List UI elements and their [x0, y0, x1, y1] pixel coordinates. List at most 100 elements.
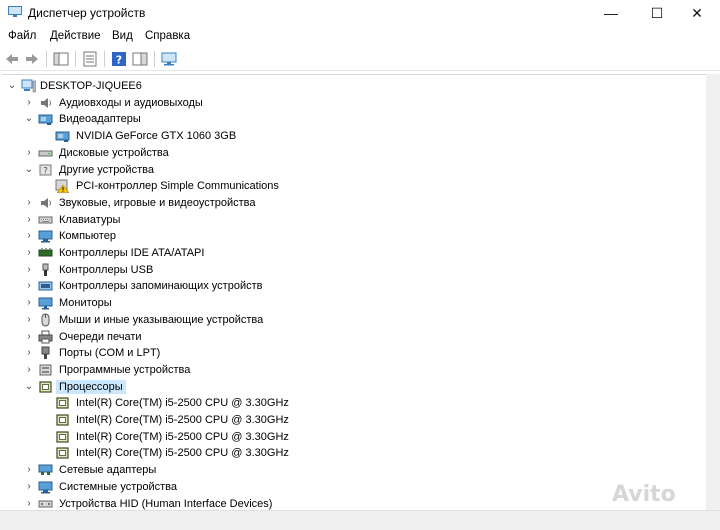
tree-item-label: Видеоадаптеры: [59, 113, 141, 126]
chevron-right-icon[interactable]: ›: [24, 314, 34, 326]
close-button[interactable]: ✕: [674, 0, 720, 26]
svg-text:?: ?: [43, 166, 48, 176]
display-adapter-icon: [55, 131, 70, 143]
chevron-right-icon[interactable]: ›: [24, 464, 34, 476]
chevron-right-icon[interactable]: ›: [24, 364, 34, 376]
menu-file[interactable]: Файл: [8, 30, 36, 42]
forward-icon[interactable]: [24, 51, 40, 67]
storage-controller-icon: [38, 281, 53, 291]
chevron-right-icon[interactable]: ›: [24, 230, 34, 242]
tree-item-label: Порты (COM и LPT): [59, 347, 161, 360]
tree-category[interactable]: ⌄ Процессоры: [2, 379, 702, 395]
show-hide-console-tree-icon[interactable]: [53, 51, 69, 67]
tree-device[interactable]: Intel(R) Core(TM) i5-2500 CPU @ 3.30GHz: [2, 412, 702, 428]
tree-category[interactable]: › Дисковые устройства: [2, 145, 702, 161]
chevron-right-icon[interactable]: ›: [24, 297, 34, 309]
tree-item-label: Звуковые, игровые и видеоустройства: [59, 196, 256, 209]
tree-category[interactable]: › Клавиатуры: [2, 212, 702, 228]
tree-item-label: Компьютер: [59, 230, 116, 243]
chevron-right-icon[interactable]: ›: [24, 97, 34, 109]
tree-item-label: Intel(R) Core(TM) i5-2500 CPU @ 3.30GHz: [76, 430, 289, 443]
tree-device[interactable]: PCI-контроллер Simple Communications: [2, 178, 702, 194]
port-icon: [41, 346, 50, 360]
speaker-icon: [41, 97, 51, 108]
tree-category[interactable]: ⌄? Другие устройства: [2, 162, 702, 178]
chevron-right-icon[interactable]: ›: [24, 197, 34, 209]
tree-category[interactable]: › Контроллеры IDE ATA/ATAPI: [2, 245, 702, 261]
processor-icon: [56, 447, 69, 459]
system-device-icon: [38, 481, 53, 494]
menu-action[interactable]: Действие: [50, 30, 101, 42]
tree-category[interactable]: › Очереди печати: [2, 329, 702, 345]
tree-category[interactable]: › Порты (COM и LPT): [2, 345, 702, 361]
network-adapter-icon: [38, 464, 53, 476]
tree-item-label: Мыши и иные указывающие устройства: [59, 313, 264, 326]
tree-device[interactable]: Intel(R) Core(TM) i5-2500 CPU @ 3.30GHz: [2, 395, 702, 411]
processor-icon: [56, 431, 69, 443]
tree-item-label: Контроллеры USB: [59, 263, 154, 276]
back-icon[interactable]: [4, 51, 20, 67]
tree-category[interactable]: › Устройства HID (Human Interface Devices…: [2, 496, 702, 512]
chevron-right-icon[interactable]: ›: [24, 347, 34, 359]
action-pane-icon[interactable]: [132, 51, 148, 67]
tree-item-label: PCI-контроллер Simple Communications: [76, 180, 279, 193]
tree-item-label: Аудиовходы и аудиовыходы: [59, 96, 203, 109]
chevron-right-icon[interactable]: ›: [24, 247, 34, 259]
minimize-button[interactable]: —: [588, 0, 634, 26]
tree-item-label: NVIDIA GeForce GTX 1060 3GB: [76, 130, 237, 143]
chevron-down-icon[interactable]: ⌄: [7, 80, 17, 92]
warning-device-icon: [55, 179, 70, 193]
toolbar: ?: [0, 48, 720, 71]
tree-root[interactable]: ⌄ DESKTOP-JIQUEE6: [2, 78, 702, 94]
scan-hardware-icon[interactable]: [161, 51, 177, 67]
software-device-icon: [39, 364, 52, 376]
device-tree[interactable]: ⌄ DESKTOP-JIQUEE6 › Аудиовходы и аудиовых…: [2, 74, 706, 511]
chevron-right-icon[interactable]: ›: [24, 280, 34, 292]
tree-item-label: Очереди печати: [59, 330, 142, 343]
chevron-right-icon[interactable]: ›: [24, 147, 34, 159]
tree-category[interactable]: › Контроллеры USB: [2, 262, 702, 278]
chevron-right-icon[interactable]: ›: [24, 264, 34, 276]
tree-item-label: Мониторы: [59, 297, 112, 310]
chevron-down-icon[interactable]: ⌄: [24, 113, 34, 125]
menu-help[interactable]: Справка: [145, 30, 190, 42]
tree-category[interactable]: ⌄ Видеоадаптеры: [2, 111, 702, 127]
tree-item-label: Устройства HID (Human Interface Devices): [59, 497, 273, 510]
tree-device[interactable]: Intel(R) Core(TM) i5-2500 CPU @ 3.30GHz: [2, 445, 702, 461]
processor-icon: [56, 414, 69, 426]
tree-device[interactable]: Intel(R) Core(TM) i5-2500 CPU @ 3.30GHz: [2, 429, 702, 445]
chevron-right-icon[interactable]: ›: [24, 331, 34, 343]
unknown-device-icon: ?: [39, 164, 52, 176]
tree-category[interactable]: › Мыши и иные указывающие устройства: [2, 312, 702, 328]
tree-category[interactable]: › Программные устройства: [2, 362, 702, 378]
processor-icon: [56, 397, 69, 409]
computer-icon: [38, 230, 53, 243]
window-title: Диспетчер устройств: [28, 6, 146, 20]
tree-category[interactable]: › Аудиовходы и аудиовыходы: [2, 95, 702, 111]
chevron-right-icon[interactable]: ›: [24, 498, 34, 510]
chevron-right-icon[interactable]: ›: [24, 214, 34, 226]
chevron-right-icon[interactable]: ›: [24, 481, 34, 493]
tree-category[interactable]: › Мониторы: [2, 295, 702, 311]
tree-item-label: Intel(R) Core(TM) i5-2500 CPU @ 3.30GHz: [76, 397, 289, 410]
chevron-down-icon[interactable]: ⌄: [24, 381, 34, 393]
menu-view[interactable]: Вид: [112, 30, 133, 42]
tree-category[interactable]: › Сетевые адаптеры: [2, 462, 702, 478]
tree-category[interactable]: › Компьютер: [2, 228, 702, 244]
ide-controller-icon: [38, 248, 53, 257]
tree-device[interactable]: NVIDIA GeForce GTX 1060 3GB: [2, 128, 702, 144]
keyboard-icon: [38, 216, 53, 224]
horizontal-scrollbar[interactable]: [0, 510, 720, 530]
tree-item-label: Процессоры: [56, 379, 126, 394]
vertical-scrollbar[interactable]: [706, 74, 720, 510]
chevron-down-icon[interactable]: ⌄: [24, 164, 34, 176]
properties-icon[interactable]: [82, 51, 98, 67]
tree-category[interactable]: › Контроллеры запоминающих устройств: [2, 278, 702, 294]
svg-text:?: ?: [116, 54, 122, 67]
tree-item-label: Другие устройства: [59, 163, 154, 176]
processor-icon: [39, 380, 52, 393]
tree-category[interactable]: › Звуковые, игровые и видеоустройства: [2, 195, 702, 211]
tree-category[interactable]: › Системные устройства: [2, 479, 702, 495]
help-icon[interactable]: ?: [111, 51, 127, 67]
hid-icon: [38, 500, 53, 507]
